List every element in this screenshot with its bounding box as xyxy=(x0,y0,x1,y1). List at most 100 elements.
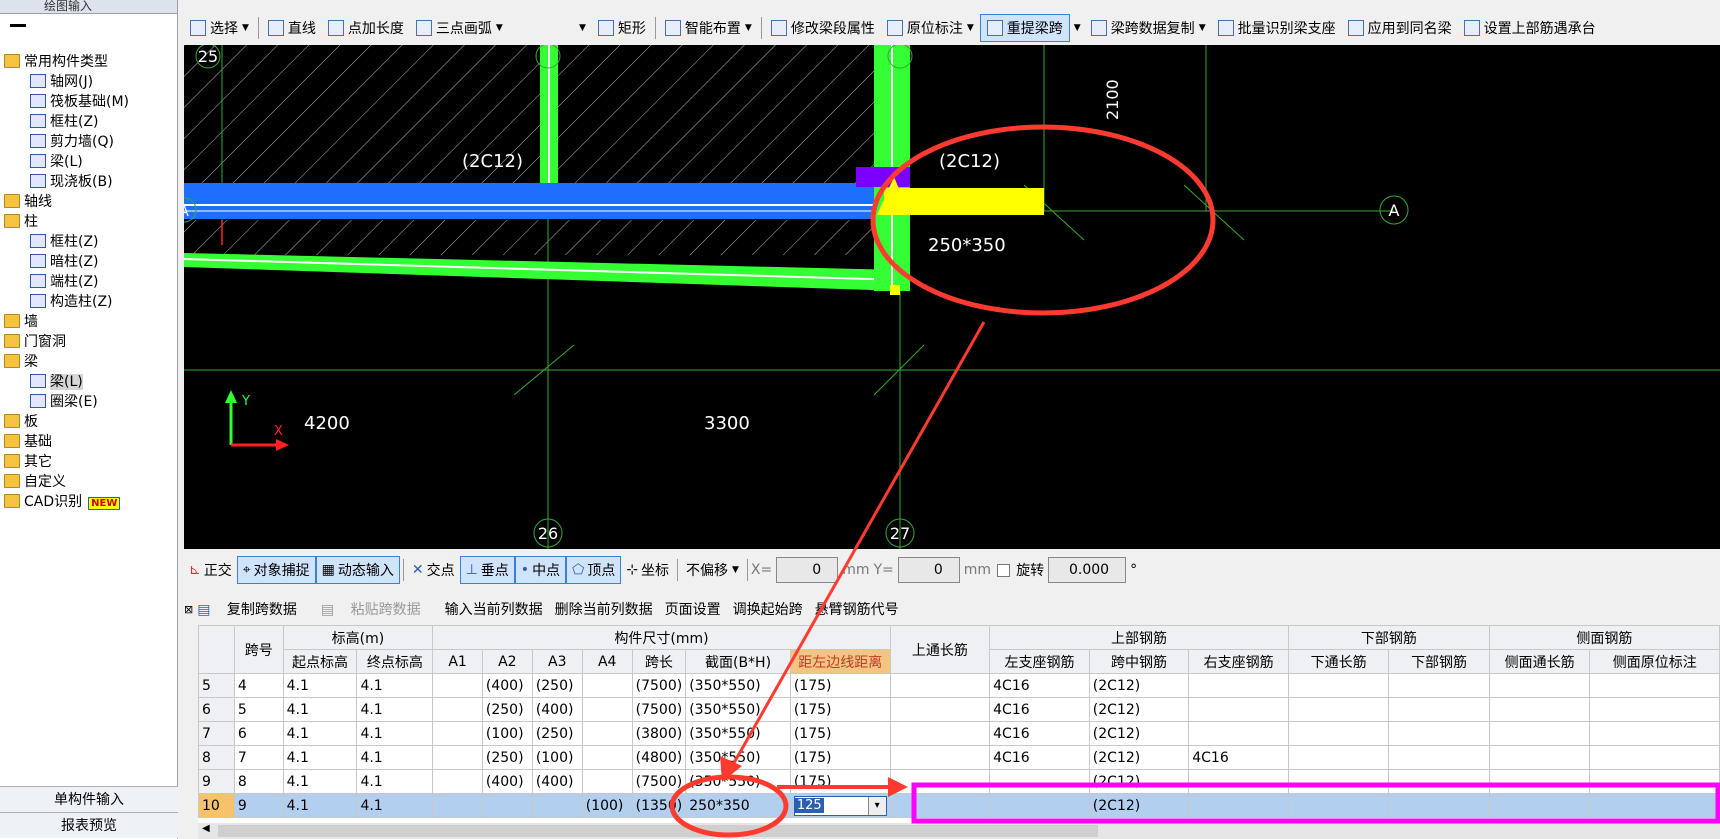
tree-item[interactable]: 轴线 xyxy=(4,192,52,212)
tree-item[interactable]: 暗柱(Z) xyxy=(30,252,99,272)
cell-e[interactable]: 4.1 xyxy=(356,745,434,770)
cell-ls[interactable]: 4C16 xyxy=(989,745,1090,770)
modify-beam-segment-button[interactable]: 修改梁段属性 xyxy=(765,14,881,42)
cell-bt[interactable] xyxy=(1287,721,1390,746)
cell-sec[interactable]: (350*550) xyxy=(685,745,791,770)
cell-a4[interactable] xyxy=(581,721,633,746)
copy-span-button[interactable]: ▤ 复制跨数据 xyxy=(197,599,309,619)
cell-a1[interactable] xyxy=(432,673,483,698)
cell-mid[interactable]: (2C12) xyxy=(1088,673,1190,698)
dynamic-input-toggle[interactable]: ▦ 动态输入 xyxy=(315,556,400,584)
cell-si[interactable] xyxy=(1589,745,1720,770)
tree-item[interactable]: 墙 xyxy=(4,312,38,332)
table-row[interactable]: 6 5 4.1 4.1 (250) (400) (7500) (350*550) (175) 4C… xyxy=(198,697,1720,722)
cell-dist[interactable]: (175) xyxy=(789,721,891,746)
cell-tt[interactable] xyxy=(889,697,991,722)
cell-a4[interactable]: (100) xyxy=(581,793,633,818)
tree-item[interactable]: 自定义 xyxy=(4,472,66,492)
x-input[interactable]: 0 xyxy=(776,557,839,583)
table-row[interactable]: 9 8 4.1 4.1 (400) (400) (7500) (350*550) (175) (2… xyxy=(198,769,1720,794)
cell-tt[interactable] xyxy=(889,745,991,770)
tree-item[interactable]: 现浇板(B) xyxy=(30,172,113,192)
cell-ls[interactable] xyxy=(989,769,1090,794)
cell-a3[interactable]: (100) xyxy=(531,745,583,770)
cell-b[interactable] xyxy=(1388,673,1490,698)
cell-sec[interactable]: (350*550) xyxy=(685,769,791,794)
point-length-tool[interactable]: 点加长度 xyxy=(322,14,410,42)
cell-si[interactable] xyxy=(1589,721,1720,746)
cell-s[interactable]: 4.1 xyxy=(282,673,358,698)
chevron-down-icon[interactable]: ▾ xyxy=(867,796,886,815)
cell-e[interactable]: 4.1 xyxy=(356,697,434,722)
set-top-rebar-button[interactable]: 设置上部筋遇承台 xyxy=(1458,14,1602,42)
cell-ls[interactable] xyxy=(989,793,1090,818)
cell-si[interactable] xyxy=(1589,769,1720,794)
tree-item[interactable]: 其它 xyxy=(4,452,52,472)
batch-identify-support-button[interactable]: 批量识别梁支座 xyxy=(1212,14,1342,42)
cell-st[interactable] xyxy=(1488,769,1591,794)
cell-span[interactable]: 4 xyxy=(233,673,284,698)
tree-item[interactable]: 框柱(Z) xyxy=(30,232,99,252)
cell-a2[interactable]: (100) xyxy=(481,721,533,746)
cell-b[interactable] xyxy=(1388,793,1490,818)
cell-len[interactable]: (7500) xyxy=(631,769,687,794)
tree-item[interactable]: 基础 xyxy=(4,432,52,452)
cell-dist[interactable]: (175) xyxy=(789,697,891,722)
cell-tt[interactable] xyxy=(889,673,991,698)
cell-span[interactable]: 8 xyxy=(233,769,284,794)
cell-rs[interactable]: 4C16 xyxy=(1188,745,1289,770)
cell-span[interactable]: 6 xyxy=(233,721,284,746)
beam-blue[interactable] xyxy=(184,183,904,219)
report-preview-button[interactable]: 报表预览 xyxy=(0,812,178,838)
cell-mid[interactable]: (2C12) xyxy=(1088,721,1190,746)
cell-s[interactable]: 4.1 xyxy=(282,769,358,794)
horizontal-scrollbar[interactable]: ◀ xyxy=(198,823,1720,839)
tree-collapse-toggle[interactable] xyxy=(0,14,177,38)
cell-a1[interactable] xyxy=(432,793,483,818)
cell-s[interactable]: 4.1 xyxy=(282,793,358,818)
tree-item[interactable]: 端柱(Z) xyxy=(30,272,99,292)
tree-item[interactable]: 筏板基础(M) xyxy=(30,92,129,112)
cell-tt[interactable] xyxy=(889,793,991,818)
offset-select[interactable]: 不偏移 ▼ xyxy=(681,556,744,584)
cell-a3[interactable] xyxy=(531,793,583,818)
cell-mid[interactable]: (2C12) xyxy=(1088,793,1190,818)
cell-dist[interactable]: (175) xyxy=(789,769,891,794)
cell-a3[interactable]: (250) xyxy=(531,673,583,698)
tree-item[interactable]: 门窗洞 xyxy=(4,332,66,352)
cell-span[interactable]: 7 xyxy=(233,745,284,770)
beam-green-diagonal[interactable] xyxy=(184,253,902,291)
delete-column-button[interactable]: 删除当前列数据 xyxy=(555,599,653,619)
midpoint-snap[interactable]: • 中点 xyxy=(514,556,567,584)
perpendicular-snap[interactable]: ⊥ 垂点 xyxy=(459,556,515,584)
cell-span[interactable]: 9 xyxy=(233,793,284,818)
cell-a2[interactable]: (400) xyxy=(481,769,533,794)
scroll-left-icon[interactable]: ◀ xyxy=(202,823,210,834)
rotate-input[interactable]: 0.000 xyxy=(1048,557,1127,583)
cell-sec[interactable]: (350*550) xyxy=(685,673,791,698)
cad-drawing-canvas[interactable]: 25 A A 26 27 (2C12) (2C12) 250*350 2100 … xyxy=(184,45,1720,549)
cell-mid[interactable]: (2C12) xyxy=(1088,697,1190,722)
cell-mid[interactable]: (2C12) xyxy=(1088,745,1190,770)
distance-left-input[interactable]: 125 ▾ xyxy=(793,795,887,816)
tree-item[interactable]: CAD识别 NEW xyxy=(4,492,121,512)
cell-bt[interactable] xyxy=(1287,745,1390,770)
cell-a1[interactable] xyxy=(432,697,483,722)
cell-si[interactable] xyxy=(1589,697,1720,722)
line-tool[interactable]: 直线 xyxy=(262,14,322,42)
paste-span-button[interactable]: ▤ 粘贴跨数据 xyxy=(321,599,433,619)
object-snap-toggle[interactable]: ⌖ 对象捕捉 xyxy=(236,556,316,584)
tree-item[interactable]: 板 xyxy=(4,412,38,432)
intersection-snap[interactable]: ✕ 交点 xyxy=(407,556,460,584)
cell-sec[interactable]: 250*350 xyxy=(685,793,791,818)
cell-ls[interactable]: 4C16 xyxy=(989,697,1090,722)
vertex-snap[interactable]: ⬠ 顶点 xyxy=(566,556,622,584)
cell-len[interactable]: (4800) xyxy=(631,745,687,770)
cell-b[interactable] xyxy=(1388,769,1490,794)
cell-b[interactable] xyxy=(1388,697,1490,722)
cell-a2[interactable]: (250) xyxy=(481,745,533,770)
cell-ls[interactable]: 4C16 xyxy=(989,673,1090,698)
tree-item[interactable]: 柱 xyxy=(4,212,38,232)
cell-len[interactable]: (7500) xyxy=(631,673,687,698)
cantilever-code-button[interactable]: 悬臂钢筋代号 xyxy=(815,599,899,619)
